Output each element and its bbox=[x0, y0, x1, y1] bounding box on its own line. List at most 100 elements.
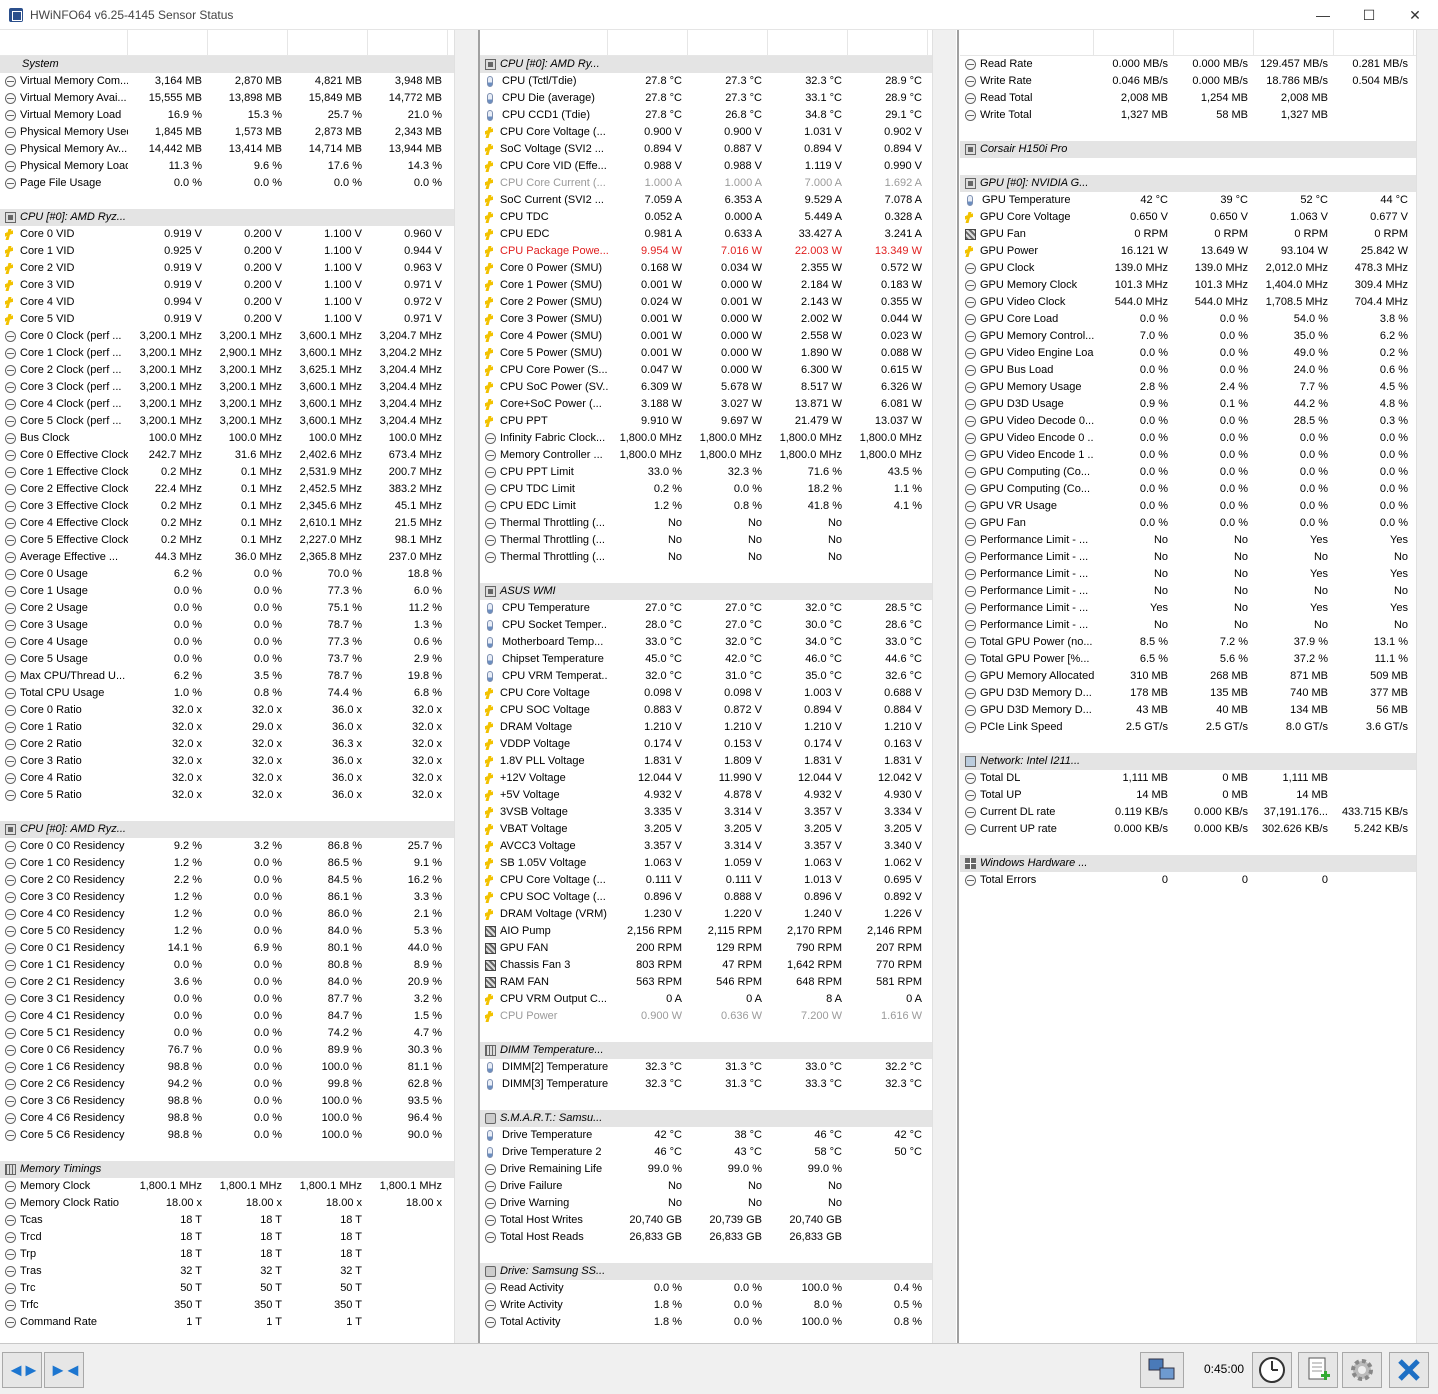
sensor-row[interactable]: Core 3 Power (SMU) 0.001 W 0.000 W 2.002 W0… bbox=[480, 311, 932, 328]
header-maximum[interactable] bbox=[768, 30, 848, 56]
sensor-row[interactable]: CPU Die (average) 27.8 °C 27.3 °C 33.1 °C 28… bbox=[480, 90, 932, 107]
header-average[interactable] bbox=[848, 30, 928, 56]
sensor-row[interactable]: GPU Memory Clock 101.3 MHz 101.3 MHz 1,404.… bbox=[960, 277, 1416, 294]
sensor-row[interactable]: Core 3 Effective Clock 0.2 MHz 0.1 MHz 2,34… bbox=[0, 498, 454, 515]
sensor-row[interactable]: VDDP Voltage 0.174 V 0.153 V 0.174 V 0.163 V bbox=[480, 736, 932, 753]
sensor-row[interactable]: Core 0 C0 Residency 9.2 % 3.2 % 86.8 % 25.7 … bbox=[0, 838, 454, 855]
sensor-row[interactable]: Performance Limit - ... No No No No bbox=[960, 549, 1416, 566]
nav-right-button[interactable]: ►◄ bbox=[44, 1352, 84, 1388]
sensor-group-header[interactable]: Drive: Samsung SS... bbox=[480, 1263, 932, 1280]
sensor-row[interactable]: Total UP 14 MB 0 MB 14 MB bbox=[960, 787, 1416, 804]
sensor-row[interactable]: CPU EDC 0.981 A 0.633 A 33.427 A 3.241 A bbox=[480, 226, 932, 243]
sensor-row[interactable]: CPU Core Voltage (... 0.900 V 0.900 V 1.031… bbox=[480, 124, 932, 141]
settings-button[interactable] bbox=[1342, 1352, 1382, 1388]
sensor-row[interactable]: GPU Fan 0 RPM 0 RPM 0 RPM 0 RPM bbox=[960, 226, 1416, 243]
header-average[interactable] bbox=[368, 30, 448, 56]
sensor-row[interactable]: Core+SoC Power (... 3.188 W 3.027 W 13.871 … bbox=[480, 396, 932, 413]
sensor-row[interactable]: Read Activity 0.0 % 0.0 % 100.0 % 0.4 % bbox=[480, 1280, 932, 1297]
pane-divider[interactable] bbox=[957, 30, 959, 1343]
sensor-row[interactable]: DIMM[2] Temperature 32.3 °C 31.3 °C 33.0 °C… bbox=[480, 1059, 932, 1076]
sensor-row[interactable]: CPU Temperature 27.0 °C 27.0 °C 32.0 °C 28.5… bbox=[480, 600, 932, 617]
sensor-row[interactable]: Core 4 VID 0.994 V 0.200 V 1.100 V 0.972 V bbox=[0, 294, 454, 311]
sensor-row[interactable]: GPU D3D Usage 0.9 % 0.1 % 44.2 % 4.8 % bbox=[960, 396, 1416, 413]
sensor-row[interactable]: Core 4 Usage 0.0 % 0.0 % 77.3 % 0.6 % bbox=[0, 634, 454, 651]
sensor-row[interactable]: CPU TDC 0.052 A 0.000 A 5.449 A 0.328 A bbox=[480, 209, 932, 226]
sensor-row[interactable]: Chassis Fan 3 803 RPM 47 RPM 1,642 RPM 770 R… bbox=[480, 957, 932, 974]
close-window-button[interactable]: ✕ bbox=[1392, 0, 1438, 30]
sensor-row[interactable]: CPU CCD1 (Tdie) 27.8 °C 26.8 °C 34.8 °C 29.1… bbox=[480, 107, 932, 124]
sensor-row[interactable]: Core 0 Clock (perf ... 3,200.1 MHz 3,200.1… bbox=[0, 328, 454, 345]
sensor-row[interactable]: Total GPU Power [%... 6.5 % 5.6 % 37.2 % 11.… bbox=[960, 651, 1416, 668]
sensor-row[interactable]: Core 0 Effective Clock 242.7 MHz 31.6 MHz 2… bbox=[0, 447, 454, 464]
sensor-row[interactable]: Core 5 C0 Residency 1.2 % 0.0 % 84.0 % 5.3 % bbox=[0, 923, 454, 940]
sensor-row[interactable]: Core 5 Power (SMU) 0.001 W 0.000 W 1.890 W0… bbox=[480, 345, 932, 362]
sensor-row[interactable]: Thermal Throttling (... No No No bbox=[480, 549, 932, 566]
sensor-row[interactable]: Core 5 VID 0.919 V 0.200 V 1.100 V 0.971 V bbox=[0, 311, 454, 328]
sensor-row[interactable]: +12V Voltage 12.044 V 11.990 V 12.044 V 12.0… bbox=[480, 770, 932, 787]
sensor-row[interactable]: Core 1 Ratio 32.0 x 29.0 x 36.0 x 32.0 x bbox=[0, 719, 454, 736]
sensor-row[interactable]: Write Activity 1.8 % 0.0 % 8.0 % 0.5 % bbox=[480, 1297, 932, 1314]
sensor-row[interactable]: Max CPU/Thread U... 6.2 % 3.5 % 78.7 % 19.8 … bbox=[0, 668, 454, 685]
sensor-row[interactable]: Virtual Memory Com... 3,164 MB 2,870 MB 4,8… bbox=[0, 73, 454, 90]
sensor-row[interactable]: Core 2 C6 Residency 94.2 % 0.0 % 99.8 % 62.8… bbox=[0, 1076, 454, 1093]
sensor-row[interactable]: Core 1 Power (SMU) 0.001 W 0.000 W 2.184 W0… bbox=[480, 277, 932, 294]
sensor-row[interactable]: Write Rate 0.046 MB/s 0.000 MB/s 18.786 MB/… bbox=[960, 73, 1416, 90]
network-button[interactable] bbox=[1140, 1352, 1184, 1388]
sensor-row[interactable]: Core 2 C1 Residency 3.6 % 0.0 % 84.0 % 20.9 … bbox=[0, 974, 454, 991]
sensor-row[interactable]: Memory Clock Ratio 18.00 x 18.00 x 18.00 x1… bbox=[0, 1195, 454, 1212]
sensor-row[interactable]: 3VSB Voltage 3.335 V 3.314 V 3.357 V 3.334 V bbox=[480, 804, 932, 821]
pane-3-scrollbar[interactable] bbox=[1416, 30, 1438, 1343]
sensor-row[interactable]: Core 4 Clock (perf ... 3,200.1 MHz 3,200.1… bbox=[0, 396, 454, 413]
sensor-row[interactable]: Core 4 Effective Clock 0.2 MHz 0.1 MHz 2,61… bbox=[0, 515, 454, 532]
sensor-row[interactable]: Command Rate 1 T1 T1 T bbox=[0, 1314, 454, 1331]
sensor-row[interactable]: GPU Memory Control... 7.0 % 0.0 % 35.0 % 6.2… bbox=[960, 328, 1416, 345]
sensor-row[interactable]: Bus Clock 100.0 MHz 100.0 MHz 100.0 MHz 100.… bbox=[0, 430, 454, 447]
sensor-row[interactable]: Core 0 VID 0.919 V 0.200 V 1.100 V 0.960 V bbox=[0, 226, 454, 243]
sensor-row[interactable]: CPU (Tctl/Tdie) 27.8 °C 27.3 °C 32.3 °C 28.9… bbox=[480, 73, 932, 90]
sensor-group-header[interactable]: Network: Intel I211... bbox=[960, 753, 1416, 770]
header-minimum[interactable] bbox=[688, 30, 768, 56]
sensor-row[interactable]: GPU Core Voltage 0.650 V 0.650 V 1.063 V 0.6… bbox=[960, 209, 1416, 226]
pane-1-scrollbar[interactable] bbox=[454, 30, 478, 1343]
sensor-row[interactable]: Core 0 C6 Residency 76.7 % 0.0 % 89.9 % 30.3… bbox=[0, 1042, 454, 1059]
header-sensor[interactable] bbox=[0, 30, 128, 56]
sensor-row[interactable]: Total Errors 0 0 0 bbox=[960, 872, 1416, 889]
sensor-row[interactable]: GPU Video Encode 1 ... 0.0 % 0.0 % 0.0 % 0.0… bbox=[960, 447, 1416, 464]
sensor-row[interactable]: SB 1.05V Voltage 1.063 V 1.059 V 1.063 V 1.0… bbox=[480, 855, 932, 872]
sensor-row[interactable]: Total Host Writes 20,740 GB 20,739 GB 20,74… bbox=[480, 1212, 932, 1229]
sensor-row[interactable]: CPU Core Voltage 0.098 V 0.098 V 1.003 V 0.6… bbox=[480, 685, 932, 702]
sensor-row[interactable]: DIMM[3] Temperature 32.3 °C 31.3 °C 33.3 °C… bbox=[480, 1076, 932, 1093]
sensor-row[interactable]: Read Rate 0.000 MB/s 0.000 MB/s 129.457 MB/… bbox=[960, 56, 1416, 73]
sensor-row[interactable]: Trc 50 T 50 T 50 T bbox=[0, 1280, 454, 1297]
sensor-row[interactable]: Core 2 VID 0.919 V 0.200 V 1.100 V 0.963 V bbox=[0, 260, 454, 277]
sensor-row[interactable]: Physical Memory Load 11.3 % 9.6 % 17.6 % 14.… bbox=[0, 158, 454, 175]
sensor-row[interactable]: GPU FAN 200 RPM 129 RPM 790 RPM 207 RPM bbox=[480, 940, 932, 957]
sensor-row[interactable]: Core 2 Clock (perf ... 3,200.1 MHz 3,200.1… bbox=[0, 362, 454, 379]
sensor-row[interactable]: Tras 32 T 32 T 32 T bbox=[0, 1263, 454, 1280]
sensor-row[interactable]: Page File Usage 0.0 % 0.0 % 0.0 % 0.0 % bbox=[0, 175, 454, 192]
sensor-row[interactable]: Core 3 Usage 0.0 % 0.0 % 78.7 % 1.3 % bbox=[0, 617, 454, 634]
sensor-row[interactable]: Performance Limit - ... No No Yes Yes bbox=[960, 532, 1416, 549]
sensor-row[interactable]: CPU Core Current (... 1.000 A 1.000 A 7.000… bbox=[480, 175, 932, 192]
sensor-row[interactable]: GPU Power 16.121 W 13.649 W 93.104 W 25.842 … bbox=[960, 243, 1416, 260]
sensor-row[interactable]: CPU SOC Voltage (... 0.896 V 0.888 V 0.896 … bbox=[480, 889, 932, 906]
sensor-row[interactable]: Core 5 Ratio 32.0 x 32.0 x 36.0 x 32.0 x bbox=[0, 787, 454, 804]
sensor-row[interactable]: Core 1 C0 Residency 1.2 % 0.0 % 86.5 % 9.1 % bbox=[0, 855, 454, 872]
header-minimum[interactable] bbox=[1174, 30, 1254, 56]
sensor-row[interactable]: Core 5 Effective Clock 0.2 MHz 0.1 MHz 2,22… bbox=[0, 532, 454, 549]
sensor-row[interactable]: Chipset Temperature 45.0 °C 42.0 °C 46.0 °C… bbox=[480, 651, 932, 668]
sensor-row[interactable]: CPU Socket Temper... 28.0 °C 27.0 °C 30.0 °… bbox=[480, 617, 932, 634]
sensor-row[interactable]: AIO Pump 2,156 RPM 2,115 RPM 2,170 RPM 2,146… bbox=[480, 923, 932, 940]
sensor-pane-3[interactable]: Read Rate 0.000 MB/s 0.000 MB/s 129.457 MB/… bbox=[960, 30, 1416, 1343]
sensor-row[interactable]: Current UP rate 0.000 KB/s 0.000 KB/s 302.6… bbox=[960, 821, 1416, 838]
sensor-row[interactable]: Memory Controller ... 1,800.0 MHz 1,800.0 … bbox=[480, 447, 932, 464]
sensor-row[interactable]: Core 3 C1 Residency 0.0 % 0.0 % 87.7 % 3.2 % bbox=[0, 991, 454, 1008]
sensor-row[interactable]: Core 5 Clock (perf ... 3,200.1 MHz 3,200.1… bbox=[0, 413, 454, 430]
sensor-row[interactable]: GPU VR Usage 0.0 % 0.0 % 0.0 % 0.0 % bbox=[960, 498, 1416, 515]
sensor-row[interactable]: CPU VRM Output C... 0 A0 A8 A0 A bbox=[480, 991, 932, 1008]
sensor-group-header[interactable]: S.M.A.R.T.: Samsu... bbox=[480, 1110, 932, 1127]
sensor-row[interactable]: GPU D3D Memory D... 178 MB 135 MB 740 MB 377… bbox=[960, 685, 1416, 702]
sensor-row[interactable]: PCIe Link Speed 2.5 GT/s 2.5 GT/s 8.0 GT/s 3… bbox=[960, 719, 1416, 736]
sensor-row[interactable]: GPU Clock 139.0 MHz 139.0 MHz 2,012.0 MHz 47… bbox=[960, 260, 1416, 277]
sensor-row[interactable]: Core 1 Clock (perf ... 3,200.1 MHz 2,900.1… bbox=[0, 345, 454, 362]
